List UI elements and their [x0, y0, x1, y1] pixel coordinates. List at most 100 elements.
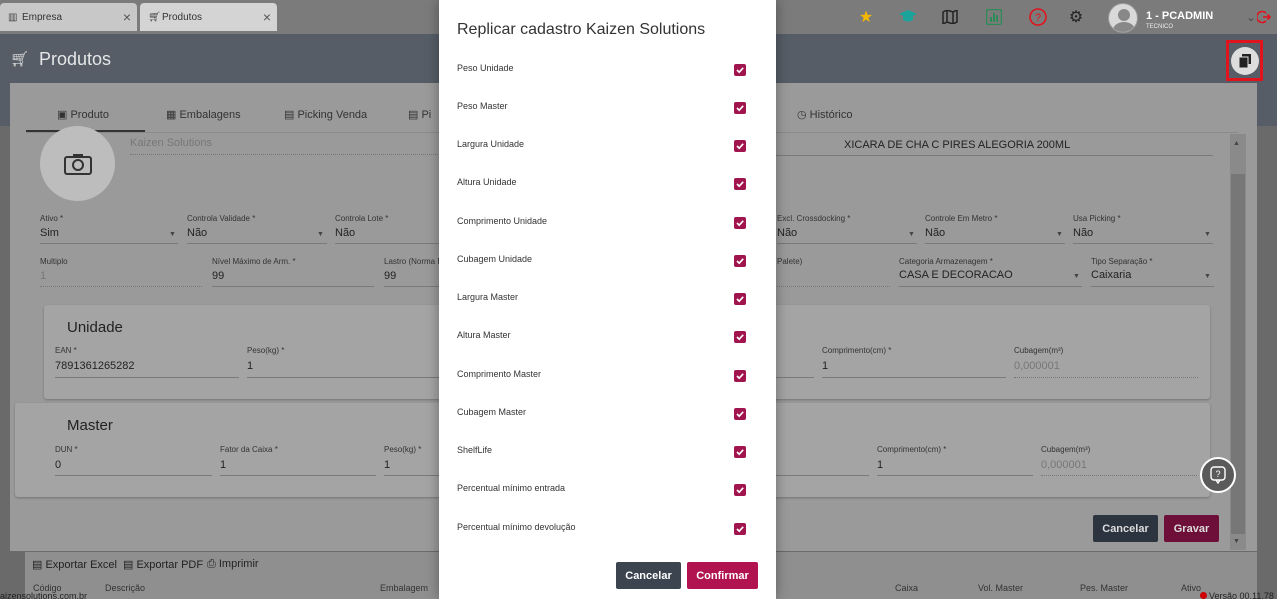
field-underline: [777, 243, 917, 244]
option-label: Largura Unidade: [457, 139, 525, 149]
controla-validade-select[interactable]: Não: [187, 227, 207, 239]
tab-historico[interactable]: ◷ Histórico: [797, 108, 852, 121]
avatar[interactable]: [1108, 3, 1138, 33]
nivel-maximo-field[interactable]: 99: [212, 270, 224, 282]
column-header[interactable]: Embalagem: [380, 583, 428, 593]
option-checkbox[interactable]: [734, 64, 746, 76]
field-underline: [1073, 243, 1213, 244]
column-header[interactable]: Pes. Master: [1080, 583, 1128, 593]
status-url: aizensolutions.com.br: [0, 591, 88, 599]
comprimento-field[interactable]: 1: [877, 459, 883, 471]
product-photo[interactable]: [40, 126, 115, 201]
fator-field[interactable]: 1: [220, 459, 226, 471]
modal-confirm-button[interactable]: Confirmar: [687, 562, 758, 589]
field-underline: [335, 243, 439, 244]
option-checkbox[interactable]: [734, 102, 746, 114]
option-checkbox[interactable]: [734, 331, 746, 343]
ean-field[interactable]: 7891361265282: [55, 360, 135, 372]
option-checkbox[interactable]: [734, 293, 746, 305]
comprimento-label: Comprimento(cm) *: [822, 346, 892, 355]
modal-cancel-button[interactable]: Cancelar: [616, 562, 681, 589]
chart-icon[interactable]: [983, 6, 1005, 28]
replicate-button[interactable]: [1226, 40, 1263, 81]
cubagem-label: Cubagem(m³): [1014, 346, 1064, 355]
peso-field[interactable]: 1: [384, 459, 390, 471]
print-button[interactable]: ⎙ Imprimir: [207, 558, 259, 571]
tab-picking[interactable]: ▤ Pi: [408, 108, 431, 121]
map-icon[interactable]: [939, 6, 961, 28]
close-icon[interactable]: ×: [123, 9, 131, 25]
tab-label: Pi: [421, 109, 432, 121]
star-icon[interactable]: ★: [855, 6, 877, 28]
tipo-separacao-select[interactable]: Caixaria: [1091, 269, 1131, 281]
option-checkbox[interactable]: [734, 446, 746, 458]
cubagem-field[interactable]: 0,000001: [1014, 360, 1060, 372]
tab-empresa[interactable]: ▥ Empresa ×: [0, 3, 137, 31]
column-header[interactable]: Vol. Master: [978, 583, 1023, 593]
controla-validade-label: Controla Validade *: [187, 214, 256, 223]
column-header[interactable]: Descrição: [105, 583, 145, 593]
replicate-modal: Replicar cadastro Kaizen Solutions Peso …: [439, 0, 776, 599]
help-icon[interactable]: ?: [1027, 6, 1049, 28]
option-checkbox[interactable]: [734, 484, 746, 496]
scroll-up-icon[interactable]: ▲: [1233, 140, 1240, 147]
help-button[interactable]: ?: [1200, 457, 1236, 493]
export-excel-button[interactable]: ▤ Exportar Excel: [32, 558, 117, 571]
multiplo-field[interactable]: 1: [40, 270, 46, 282]
excl-crossdocking-select[interactable]: Não: [777, 227, 797, 239]
checkmark-icon: [736, 296, 744, 303]
gear-icon[interactable]: ⚙: [1065, 6, 1087, 28]
lastro-field[interactable]: 99: [384, 270, 396, 282]
page-title: Produtos: [39, 49, 112, 69]
boxes-icon: ▦: [166, 109, 180, 121]
field-underline: [55, 377, 239, 378]
tab-label: Histórico: [809, 109, 853, 121]
tab-embalagens[interactable]: ▦ Embalagens: [166, 108, 241, 121]
logout-icon[interactable]: [1253, 6, 1275, 28]
controle-em-metro-select[interactable]: Não: [925, 227, 945, 239]
checkmark-icon: [736, 105, 744, 112]
caret-down-icon: ▼: [1073, 273, 1080, 280]
scroll-down-icon[interactable]: ▼: [1233, 538, 1240, 545]
cancel-button[interactable]: Cancelar: [1093, 515, 1158, 542]
cubagem-field[interactable]: 0,000001: [1041, 459, 1087, 471]
close-icon[interactable]: ×: [263, 9, 271, 25]
save-button[interactable]: Gravar: [1164, 515, 1219, 542]
peso-field[interactable]: 1: [247, 360, 253, 372]
field-underline: [40, 286, 202, 287]
option-checkbox[interactable]: [734, 255, 746, 267]
print-label: Imprimir: [218, 558, 259, 570]
option-label: Peso Master: [457, 101, 508, 111]
tipo-separacao-label: Tipo Separação *: [1091, 257, 1153, 266]
palete-label: Palete): [777, 257, 803, 266]
column-header[interactable]: Ativo: [1181, 583, 1201, 593]
dun-field[interactable]: 0: [55, 459, 61, 471]
description-field[interactable]: XICARA DE CHA C PIRES ALEGORIA 200ML: [844, 139, 1070, 151]
option-checkbox[interactable]: [734, 178, 746, 190]
graduation-cap-icon[interactable]: [897, 6, 919, 28]
field-underline: [187, 243, 327, 244]
cubagem-label: Cubagem(m³): [1041, 445, 1091, 454]
option-checkbox[interactable]: [734, 408, 746, 420]
tab-label: Empresa: [22, 11, 63, 23]
usa-picking-select[interactable]: Não: [1073, 227, 1093, 239]
option-checkbox[interactable]: [734, 523, 746, 535]
tab-label: Embalagens: [179, 109, 241, 121]
categoria-select[interactable]: CASA E DECORACAO: [899, 269, 1013, 281]
excl-crossdocking-label: Excl. Crossdocking *: [777, 214, 851, 223]
option-checkbox[interactable]: [734, 140, 746, 152]
tab-picking-venda[interactable]: ▤ Picking Venda: [284, 108, 367, 121]
ativo-select[interactable]: Sim: [40, 227, 59, 239]
field-underline: [212, 286, 374, 287]
ativo-label: Ativo *: [40, 214, 64, 223]
controla-lote-label: Controla Lote *: [335, 214, 389, 223]
tab-produtos[interactable]: 🛒︎ Produtos ×: [140, 3, 277, 31]
export-pdf-button[interactable]: ▤ Exportar PDF: [123, 558, 203, 571]
option-checkbox[interactable]: [734, 370, 746, 382]
company-field[interactable]: Kaizen Solutions: [130, 137, 212, 149]
svg-text:?: ?: [1035, 12, 1041, 24]
controla-lote-select[interactable]: Não: [335, 227, 355, 239]
comprimento-field[interactable]: 1: [822, 360, 828, 372]
column-header[interactable]: Caixa: [895, 583, 918, 593]
option-checkbox[interactable]: [734, 217, 746, 229]
